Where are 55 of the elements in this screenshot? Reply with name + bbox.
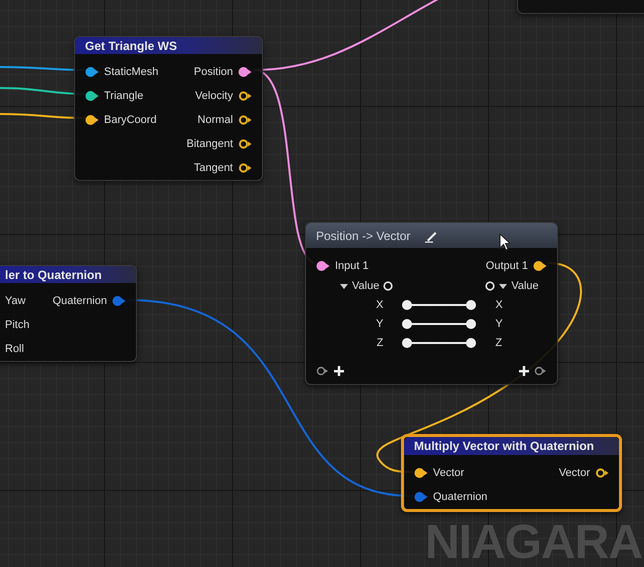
pin-label: Normal <box>198 114 233 126</box>
node-title: Get Triangle WS <box>85 38 178 52</box>
pin-icon[interactable] <box>595 467 609 479</box>
pin-label: Tangent <box>194 162 233 174</box>
field-label: X <box>376 299 384 311</box>
pin-icon[interactable] <box>238 90 252 102</box>
pin-label: StaticMesh <box>104 66 158 78</box>
add-pin-icon <box>334 366 344 376</box>
pin-icon <box>485 281 496 291</box>
pin-label: Triangle <box>104 90 144 102</box>
field-label: X <box>495 299 503 311</box>
pin-label: Yaw <box>5 295 26 307</box>
field-label: Z <box>495 337 502 349</box>
node-title: Position -> Vector <box>316 228 410 242</box>
graph-node[interactable]: Position -> Vector Input 1 Output 1 Value Value X X Y Y Z Z <box>305 222 558 385</box>
pin-label: BaryCoord <box>104 114 157 126</box>
node-title: Multiply Vector with Quaternion <box>414 439 594 453</box>
graph-node[interactable]: ler to Quaternion Yaw Quaternion Pitch Roll <box>0 265 137 362</box>
pin-label: Roll <box>5 343 24 355</box>
pin-label: Input 1 <box>335 260 369 272</box>
connection-icon <box>401 299 478 311</box>
pin-icon[interactable] <box>238 114 252 126</box>
connection-icon <box>401 337 478 349</box>
pin-label: Velocity <box>195 90 233 102</box>
pin-label: Vector <box>558 467 590 479</box>
pin-icon <box>534 365 547 377</box>
cursor-icon <box>499 232 511 250</box>
pin-label: Vector <box>433 467 464 479</box>
node-title: ler to Quaternion <box>5 268 102 282</box>
pin-icon[interactable] <box>85 90 99 102</box>
field-label: Z <box>376 337 384 349</box>
pin-icon <box>316 365 329 377</box>
pin-icon[interactable] <box>533 260 547 272</box>
graph-node[interactable]: Multiply Vector with Quaternion Vector Vector Quaternion <box>401 434 622 512</box>
field-label: Y <box>376 318 384 330</box>
pin-icon[interactable] <box>316 260 330 272</box>
graph-node[interactable]: Get Triangle WS StaticMesh Position Triangle Velocity BaryCoord Normal Bitangent Tangent <box>74 36 263 181</box>
field-label: Value <box>511 280 539 292</box>
pin-icon <box>383 281 394 291</box>
pin-label: Position <box>194 66 233 78</box>
add-pin-icon <box>519 366 529 376</box>
pin-icon[interactable] <box>85 66 99 78</box>
pin-label: Bitangent <box>186 138 233 150</box>
pin-label: Quaternion <box>52 295 107 307</box>
connection-icon <box>401 318 478 330</box>
pin-label: Quaternion <box>433 491 488 503</box>
pin-icon[interactable] <box>238 138 252 150</box>
pin-label: Output 1 <box>486 260 528 272</box>
pin-label: Pitch <box>5 319 30 331</box>
field-label: Y <box>495 318 503 330</box>
pin-icon[interactable] <box>414 467 428 479</box>
pin-icon[interactable] <box>238 66 252 78</box>
field-label: Value <box>352 280 380 292</box>
pin-icon[interactable] <box>238 162 252 174</box>
pin-icon[interactable] <box>85 114 99 126</box>
